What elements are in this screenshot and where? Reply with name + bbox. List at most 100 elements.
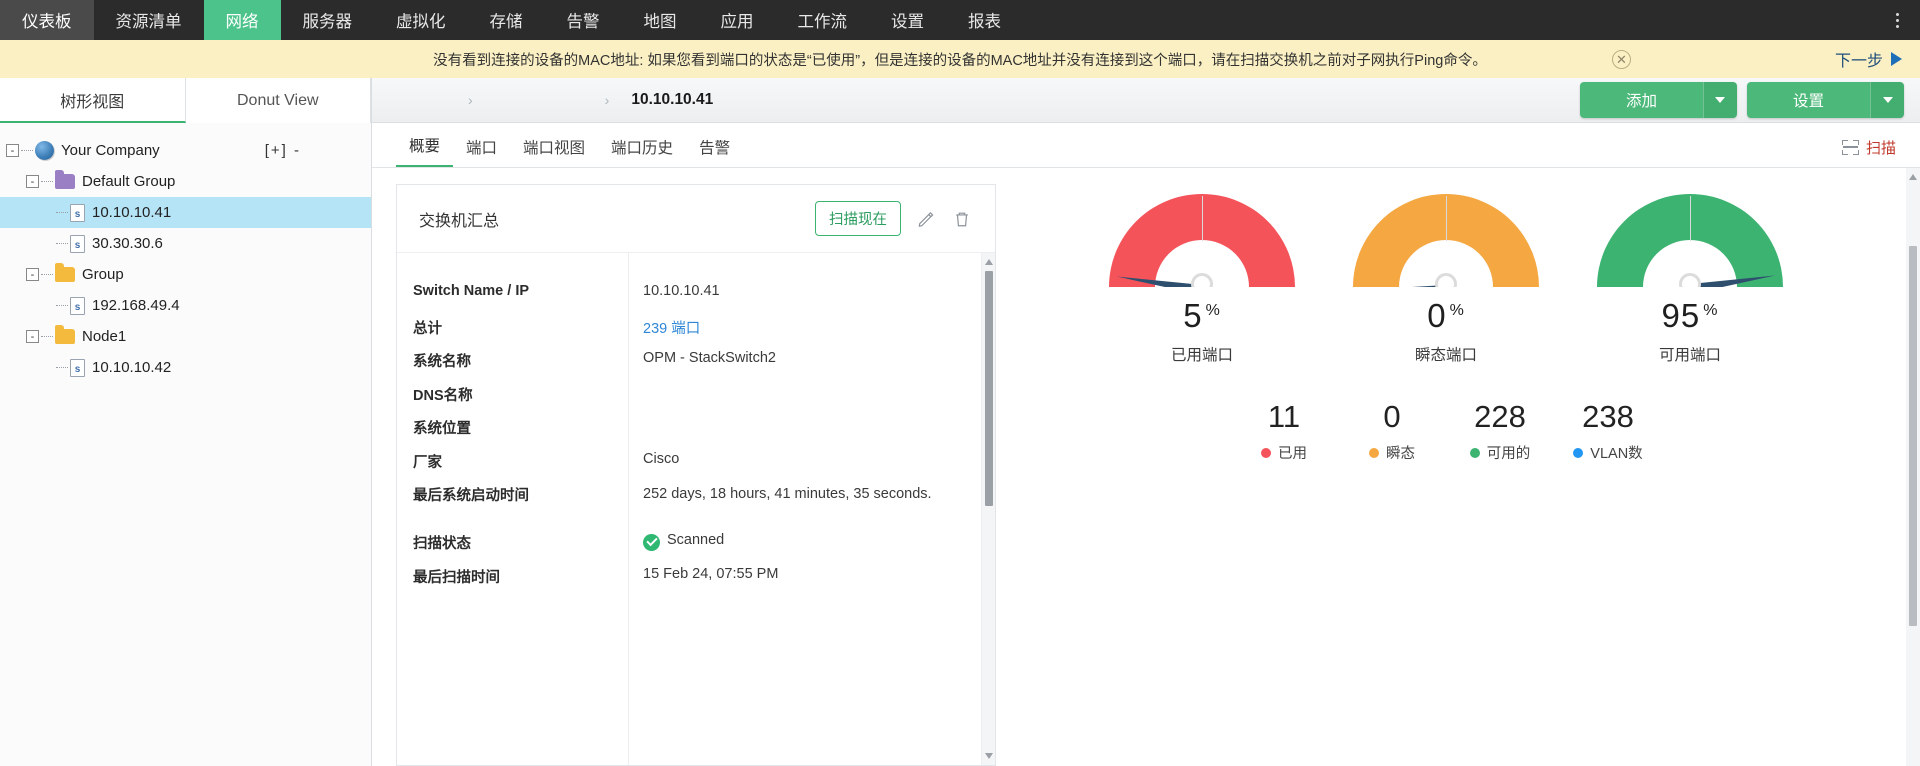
stat-value: 0 bbox=[1383, 399, 1401, 434]
scroll-up-icon[interactable] bbox=[1909, 174, 1917, 180]
summary-value-total-ports[interactable]: 239 端口 bbox=[637, 317, 995, 351]
nav-item-dashboard[interactable]: 仪表板 bbox=[0, 0, 94, 40]
folder-yellow-icon bbox=[55, 325, 75, 344]
delete-trash-icon[interactable] bbox=[951, 208, 973, 230]
add-button[interactable]: 添加 bbox=[1579, 82, 1737, 118]
summary-value bbox=[637, 417, 995, 451]
tree-node-group[interactable]: - Group bbox=[0, 259, 371, 290]
tree-node-default-group[interactable]: - Default Group bbox=[0, 166, 371, 197]
summary-values: 10.10.10.41 239 端口 OPM - StackSwitch2 Ci… bbox=[629, 253, 995, 765]
tab-port-view[interactable]: 端口视图 bbox=[510, 136, 598, 167]
switch-summary-card: 交换机汇总 扫描现在 Switch Name / IP 总计 系统名称 DNS名… bbox=[396, 184, 996, 766]
legend-dot-available bbox=[1469, 447, 1480, 458]
tree-node-node1[interactable]: - Node1 bbox=[0, 321, 371, 352]
gauge-tick bbox=[1201, 196, 1203, 241]
scroll-down-icon[interactable] bbox=[985, 753, 993, 759]
gauge-value: 0% bbox=[1427, 297, 1465, 334]
scroll-up-icon[interactable] bbox=[985, 259, 993, 265]
tree-node-label: 30.30.30.6 bbox=[92, 235, 163, 252]
summary-value: 10.10.10.41 bbox=[643, 283, 720, 299]
close-icon[interactable]: ✕ bbox=[1612, 49, 1631, 69]
gauge-tick bbox=[1689, 196, 1691, 241]
tree-node-label: 192.168.49.4 bbox=[92, 297, 180, 314]
tree-node-30-30-30-6[interactable]: s 30.30.30.6 bbox=[0, 228, 371, 259]
globe-icon bbox=[35, 141, 54, 160]
tab-ports[interactable]: 端口 bbox=[453, 136, 510, 167]
page-scrollbar[interactable] bbox=[1906, 168, 1920, 766]
tab-overview[interactable]: 概要 bbox=[396, 134, 454, 167]
chevron-down-icon[interactable] bbox=[1702, 82, 1737, 118]
nav-item-settings[interactable]: 设置 bbox=[869, 0, 946, 40]
gauge-label: 瞬态端口 bbox=[1414, 347, 1477, 364]
next-button[interactable]: 下一步 bbox=[1835, 47, 1902, 71]
tree-node-label: Node1 bbox=[82, 328, 127, 345]
nav-item-inventory[interactable]: 资源清单 bbox=[94, 0, 204, 40]
nav-item-apps[interactable]: 应用 bbox=[699, 0, 776, 40]
tree-node-label: 10.10.10.42 bbox=[92, 359, 172, 376]
sidebar-tab-tree-view[interactable]: 树形视图 bbox=[0, 78, 186, 123]
play-triangle-icon bbox=[1891, 52, 1902, 66]
expand-all-control[interactable]: [+] - bbox=[265, 142, 301, 159]
gauge-used-ports: 5% 已用端口 bbox=[1109, 194, 1295, 365]
nav-item-virtualization[interactable]: 虚拟化 bbox=[374, 0, 468, 40]
collapse-toggle-icon[interactable]: - bbox=[26, 330, 39, 343]
collapse-toggle-icon[interactable]: - bbox=[6, 144, 19, 157]
nav-item-alerts[interactable]: 告警 bbox=[545, 0, 622, 40]
breadcrumb-bar: › › 10.10.10.41 添加 设置 bbox=[372, 78, 1920, 123]
overview-content: 交换机汇总 扫描现在 Switch Name / IP 总计 系统名称 DNS名… bbox=[372, 168, 1920, 766]
nav-item-servers[interactable]: 服务器 bbox=[281, 0, 375, 40]
tree-node-10-10-10-41[interactable]: s 10.10.10.41 bbox=[0, 197, 371, 228]
stat-label: VLAN数 bbox=[1573, 442, 1643, 463]
gauge-available-ports: 95% 可用端口 bbox=[1597, 194, 1783, 365]
summary-key: 最后扫描时间 bbox=[413, 569, 500, 586]
gauge-value: 5% bbox=[1183, 297, 1221, 334]
stat-value: 228 bbox=[1474, 399, 1526, 434]
sidebar: 树形视图 Donut View - Your Company [+] - - D… bbox=[0, 78, 372, 766]
edit-pencil-icon[interactable] bbox=[915, 208, 937, 230]
collapse-toggle-icon[interactable]: - bbox=[26, 175, 39, 188]
tree-node-label: Group bbox=[82, 266, 124, 283]
scroll-thumb[interactable] bbox=[985, 271, 993, 506]
settings-button[interactable]: 设置 bbox=[1746, 82, 1904, 118]
nav-item-workflow[interactable]: 工作流 bbox=[776, 0, 870, 40]
tree-node-10-10-10-42[interactable]: s 10.10.10.42 bbox=[0, 352, 371, 383]
card-scrollbar[interactable] bbox=[981, 253, 995, 765]
gauge-dial bbox=[1597, 194, 1783, 287]
port-stats-row: 11 已用 0 瞬态 228 可用的 238 VLAN数 bbox=[1249, 399, 1643, 463]
stat-used: 11 已用 bbox=[1249, 399, 1319, 463]
page-scroll-thumb[interactable] bbox=[1909, 246, 1917, 626]
chevron-down-icon[interactable] bbox=[1870, 82, 1904, 118]
gauge-needle bbox=[1360, 284, 1446, 287]
tab-port-history[interactable]: 端口历史 bbox=[598, 136, 686, 167]
collapse-toggle-icon[interactable]: - bbox=[26, 268, 39, 281]
scan-link[interactable]: 扫描 bbox=[1841, 137, 1896, 167]
scan-now-button[interactable]: 扫描现在 bbox=[815, 201, 901, 236]
nav-item-storage[interactable]: 存储 bbox=[468, 0, 545, 40]
tree-connector bbox=[56, 212, 68, 213]
success-check-icon bbox=[643, 533, 660, 551]
more-options-icon[interactable] bbox=[1874, 0, 1920, 40]
gauge-transient-ports: 0% 瞬态端口 bbox=[1353, 194, 1539, 365]
tree-node-your-company[interactable]: - Your Company [+] - bbox=[0, 135, 371, 166]
add-button-label: 添加 bbox=[1579, 82, 1703, 118]
breadcrumb-separator: › bbox=[604, 92, 610, 108]
tree-connector bbox=[56, 243, 68, 244]
stat-available: 228 可用的 bbox=[1465, 399, 1535, 463]
card-body: Switch Name / IP 总计 系统名称 DNS名称 系统位置 厂家 最… bbox=[397, 252, 995, 765]
gauges-row: 5% 已用端口 0% 瞬态端口 95 % 可用端口 bbox=[1109, 194, 1783, 365]
nav-item-maps[interactable]: 地图 bbox=[622, 0, 699, 40]
tab-alerts[interactable]: 告警 bbox=[686, 136, 743, 167]
stat-vlan: 238 VLAN数 bbox=[1573, 399, 1643, 463]
sidebar-tab-donut-view[interactable]: Donut View bbox=[185, 78, 371, 123]
legend-dot-used bbox=[1261, 447, 1271, 458]
tree-connector bbox=[41, 274, 53, 275]
stat-transient: 0 瞬态 bbox=[1357, 399, 1427, 463]
tree-node-192-168-49-4[interactable]: s 192.168.49.4 bbox=[0, 290, 371, 321]
card-title: 交换机汇总 bbox=[419, 212, 500, 230]
nav-item-network[interactable]: 网络 bbox=[203, 0, 281, 40]
summary-value bbox=[637, 384, 995, 418]
nav-item-reports[interactable]: 报表 bbox=[946, 0, 1023, 40]
banner-message: 没有看到连接的设备的MAC地址: 如果您看到端口的状态是“已使用”，但是连接的设… bbox=[433, 52, 1487, 69]
content-tabs: 概要 端口 端口视图 端口历史 告警 扫描 bbox=[372, 123, 1920, 168]
summary-value: Cisco bbox=[643, 450, 680, 467]
